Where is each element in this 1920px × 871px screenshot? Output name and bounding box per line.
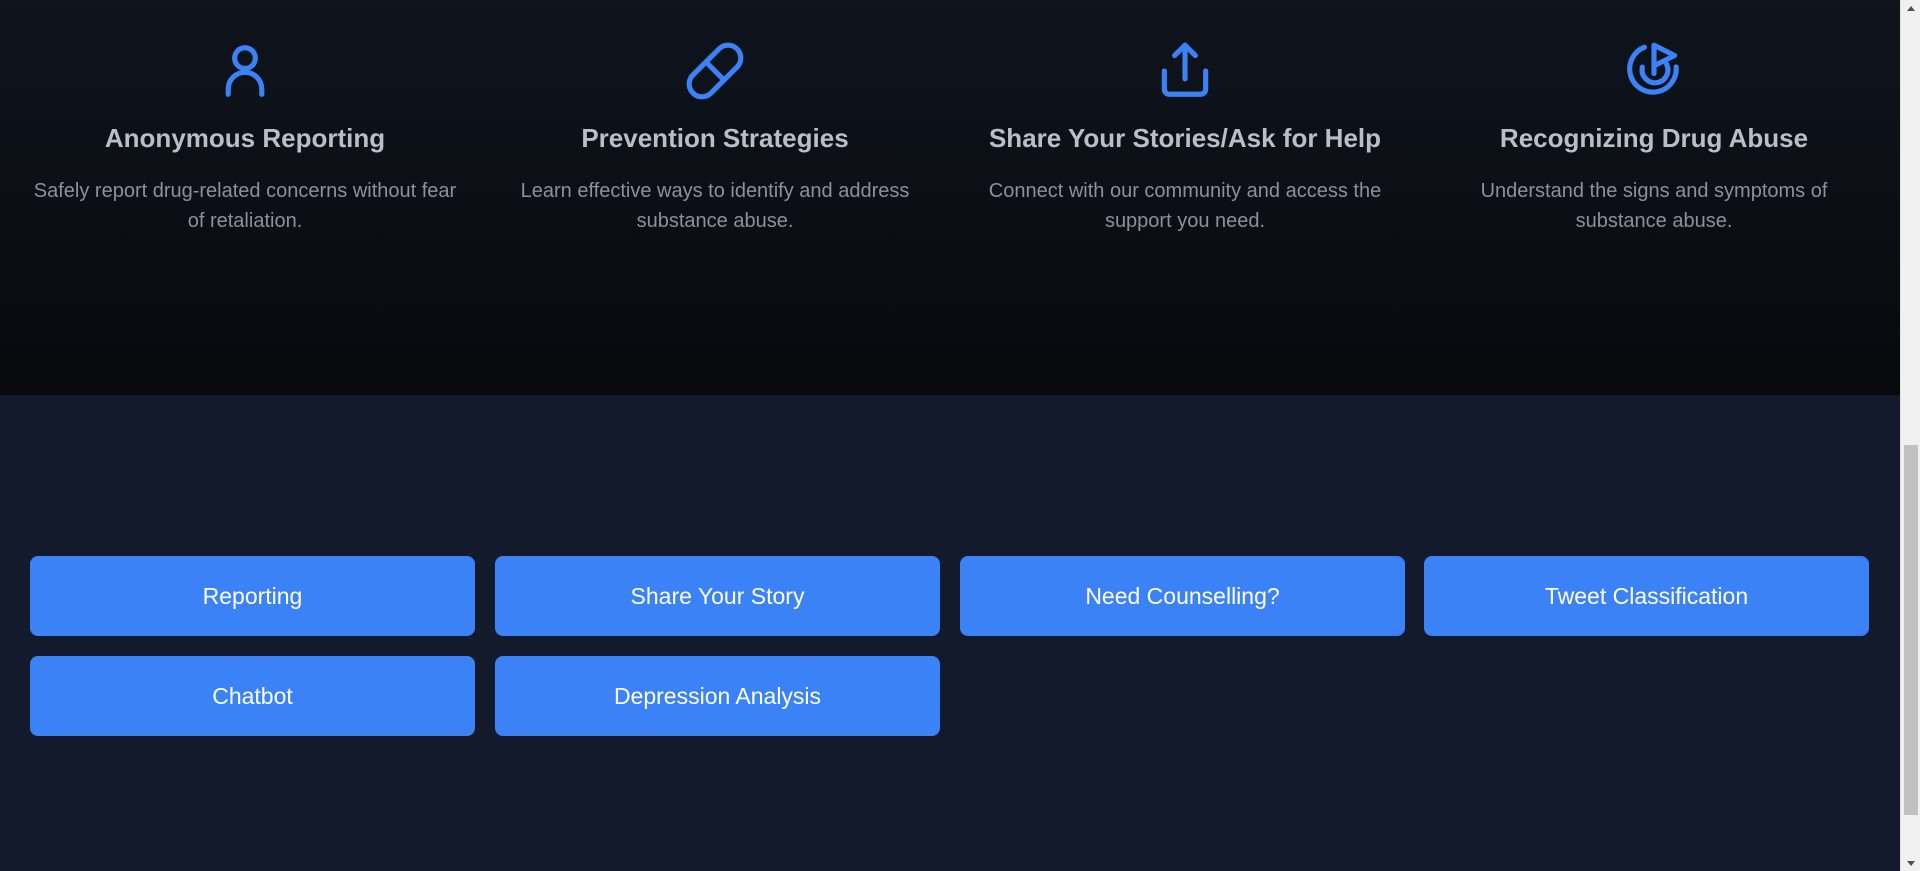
need-counselling-button[interactable]: Need Counselling? [960,556,1405,636]
actions-section: Reporting Share Your Story Need Counsell… [0,395,1900,871]
share-your-story-button[interactable]: Share Your Story [495,556,940,636]
feature-title: Recognizing Drug Abuse [1499,123,1809,153]
scroll-up-arrow-icon[interactable] [1901,0,1920,16]
features-section: Anonymous Reporting Safely report drug-r… [0,0,1900,395]
chatbot-button[interactable]: Chatbot [30,656,475,736]
vertical-scrollbar[interactable] [1900,0,1920,871]
pill-icon [684,40,746,102]
page: Anonymous Reporting Safely report drug-r… [0,0,1920,871]
reporting-button[interactable]: Reporting [30,556,475,636]
tweet-classification-button[interactable]: Tweet Classification [1424,556,1869,636]
feature-title: Prevention Strategies [581,123,849,153]
share-icon [1154,40,1216,102]
page-content: Anonymous Reporting Safely report drug-r… [0,0,1900,871]
user-icon [214,40,276,102]
feature-description: Learn effective ways to identify and add… [520,180,910,232]
feature-title: Anonymous Reporting [104,123,386,153]
feature-description: Connect with our community and access th… [988,180,1382,232]
feature-title: Share Your Stories/Ask for Help [988,123,1382,153]
feature-description: Safely report drug-related concerns with… [33,180,457,232]
target-icon [1623,40,1685,102]
scrollbar-thumb[interactable] [1904,445,1918,815]
scroll-down-arrow-icon[interactable] [1901,855,1920,871]
depression-analysis-button[interactable]: Depression Analysis [495,656,940,736]
feature-description: Understand the signs and symptoms of sub… [1480,180,1828,232]
